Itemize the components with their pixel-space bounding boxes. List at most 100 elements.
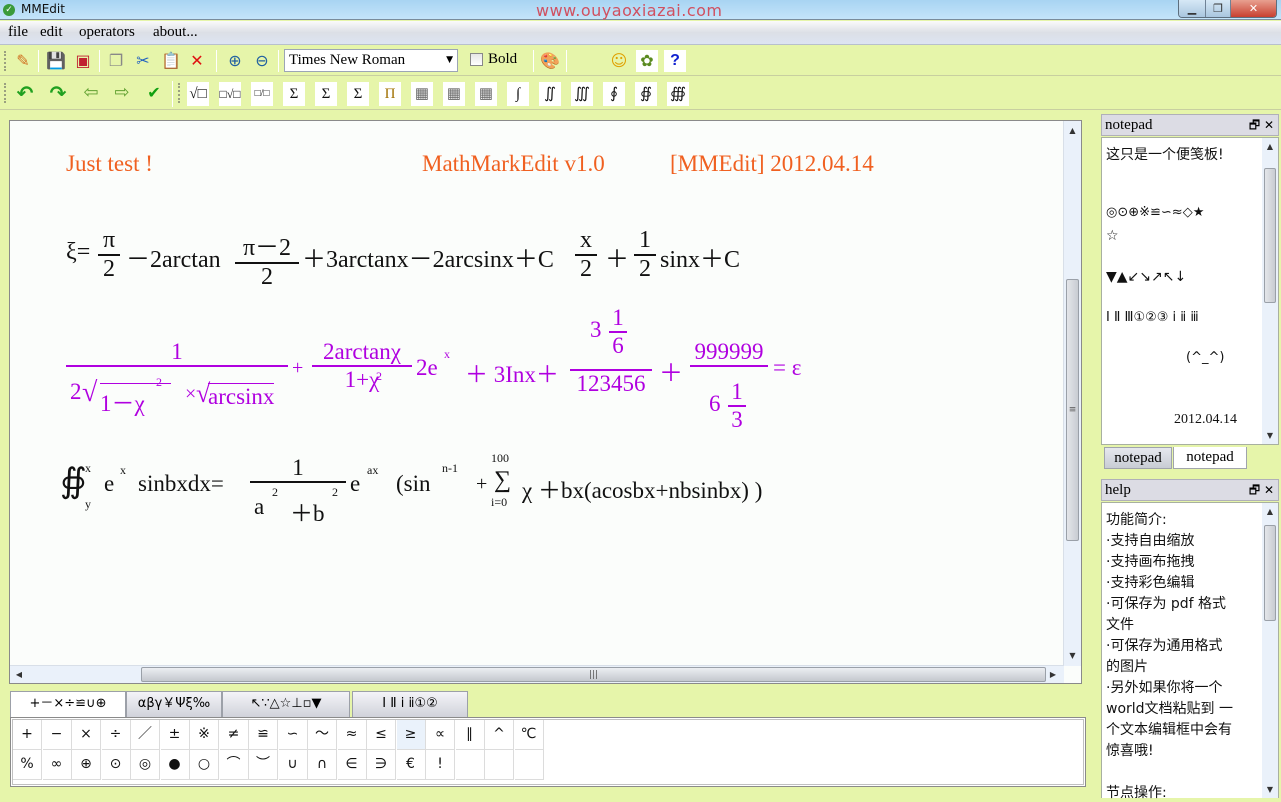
symbol-cell[interactable]: ／ [131,720,160,750]
smiley-icon[interactable]: ☺ [608,50,630,72]
toolbar-grip[interactable] [4,83,7,103]
zoom-in-icon[interactable]: ⊕ [224,50,246,72]
symbol-tab-operators[interactable]: +－×÷≌∪⊕ [10,691,126,718]
sum-limits-button[interactable]: Σ [283,82,305,106]
scroll-left-icon[interactable]: ◀ [12,666,26,683]
symbol-cell[interactable]: ⌒ [219,750,249,780]
volume-integral-button[interactable]: ∰ [667,82,689,106]
triple-integral-button[interactable]: ∭ [571,82,593,106]
notepad-panel[interactable]: 这只是一个便笺板! ◎⊙⊕※≌∽≈◇★ ☆ ▼▲↙↘↗↖↓ Ⅰ Ⅱ Ⅲ①②③ ⅰ… [1101,137,1279,445]
symbol-cell[interactable]: ︶ [249,750,278,780]
notepad-tab-1[interactable]: notepad [1104,447,1172,469]
menu-edit[interactable]: edit [40,24,63,41]
symbol-tab-greek[interactable]: αβγ￥Ψξ‰ [126,691,222,717]
scroll-up-icon[interactable]: ▲ [1262,142,1278,151]
symbol-cell[interactable]: ◎ [131,750,160,780]
symbol-cell[interactable]: + [13,720,42,750]
scroll-down-icon[interactable]: ▼ [1262,431,1278,440]
scroll-up-icon[interactable]: ▲ [1064,123,1081,139]
plant-icon[interactable]: ✿ [636,50,658,72]
symbol-cell[interactable]: ! [426,750,455,780]
symbol-cell[interactable]: ∝ [426,720,455,750]
subscript-button[interactable]: ▦ [443,82,465,106]
contour-integral-button[interactable]: ∮ [603,82,625,106]
symbol-cell[interactable]: € [396,750,426,780]
symbol-cell[interactable]: ∈ [337,750,367,780]
symbol-cell[interactable]: % [13,750,42,780]
symbol-cell[interactable]: ○ [190,750,219,780]
menu-file[interactable]: file [8,24,28,41]
menu-about[interactable]: about... [153,24,198,41]
notepad-scrollbar[interactable]: ▲ ▼ [1262,138,1278,444]
sqrt-button[interactable]: √□ [187,82,209,106]
symbol-cell[interactable] [455,750,485,780]
symbol-cell[interactable]: ※ [190,720,219,750]
float-icon[interactable]: 🗗 [1249,118,1260,132]
help-icon[interactable]: ? [664,50,686,72]
back-icon[interactable]: ⇦ [80,82,102,104]
bold-label[interactable]: Bold [488,51,517,68]
close-icon[interactable]: ✕ [1264,483,1274,497]
symbol-cell[interactable]: ● [160,750,190,780]
cut-icon[interactable]: ✂ [132,50,154,72]
symbol-cell[interactable]: ± [160,720,190,750]
symbol-cell[interactable]: ≠ [219,720,249,750]
notepad-tab-2[interactable]: notepad [1173,447,1247,469]
canvas-vertical-scrollbar[interactable]: ▲ ≡ ▼ [1063,121,1081,666]
symbol-cell[interactable]: ≥ [396,720,426,750]
toolbar-grip[interactable] [4,51,7,71]
formula-canvas[interactable]: Just test ! MathMarkEdit v1.0 [MMEdit] 2… [9,120,1082,684]
float-icon[interactable]: 🗗 [1249,483,1260,497]
scroll-up-icon[interactable]: ▲ [1262,507,1278,516]
scroll-thumb[interactable]: ≡ [1066,279,1079,541]
help-panel[interactable]: 功能简介: ·支持自由缩放 ·支持画布拖拽 ·支持彩色编辑 ·可保存为 pdf … [1101,502,1279,801]
paste-icon[interactable]: 📋 [160,50,182,72]
surface-integral-button[interactable]: ∯ [635,82,657,106]
bold-checkbox[interactable] [470,53,483,66]
symbol-cell[interactable] [485,750,514,780]
sum-lower-button[interactable]: Σ [315,82,337,106]
symbol-cell[interactable]: ∞ [42,750,72,780]
undo-icon[interactable]: ↶ [14,82,36,104]
superscript-button[interactable]: ▦ [475,82,497,106]
symbol-cell[interactable]: ∋ [367,750,396,780]
symbol-cell[interactable]: × [72,720,101,750]
sum-button[interactable]: Σ [347,82,369,106]
symbol-cell[interactable]: ∪ [278,750,308,780]
copy-icon[interactable]: ❐ [105,50,127,72]
zoom-out-icon[interactable]: ⊖ [251,50,273,72]
symbol-cell[interactable]: ≌ [249,720,278,750]
scroll-right-icon[interactable]: ▶ [1046,666,1060,683]
double-integral-button[interactable]: ∬ [539,82,561,106]
symbol-cell[interactable]: ^ [485,720,514,750]
palette-icon[interactable]: 🎨 [539,50,561,72]
symbol-cell[interactable]: − [42,720,72,750]
fraction-button[interactable]: □/□ [251,82,273,106]
symbol-tab-arrows[interactable]: ↖∵△☆⊥▫▼ [222,691,350,717]
symbol-cell[interactable]: ∽ [278,720,308,750]
font-family-select[interactable]: Times New Roman ▼ [284,49,458,72]
symbol-cell[interactable]: ⊕ [72,750,101,780]
symbol-cell[interactable]: ≤ [367,720,396,750]
sub-sup-button[interactable]: ▦ [411,82,433,106]
symbol-cell[interactable] [514,750,544,780]
menu-operators[interactable]: operators [79,24,135,41]
close-icon[interactable]: ✕ [1264,118,1274,132]
minimize-button[interactable]: ▁ [1179,0,1206,17]
restore-button[interactable]: ❐ [1206,0,1231,17]
toolbar-grip[interactable] [178,83,181,103]
forward-icon[interactable]: ⇨ [111,82,133,104]
symbol-cell[interactable]: ℃ [514,720,544,750]
nth-root-button[interactable]: □√□ [219,82,241,106]
scroll-thumb[interactable]: ||| [141,667,1046,682]
integral-button[interactable]: ∫ [507,82,529,106]
delete-icon[interactable]: ✕ [186,50,208,72]
save-icon[interactable]: 💾 [45,50,67,72]
symbol-cell[interactable]: ∩ [308,750,337,780]
symbol-tab-numerals[interactable]: Ⅰ Ⅱ ⅰ ⅱ①② [352,691,468,717]
edit-pencil-icon[interactable]: ✎ [12,50,34,72]
scroll-down-icon[interactable]: ▼ [1064,648,1081,664]
canvas-horizontal-scrollbar[interactable]: ◀ ||| ▶ [10,665,1064,683]
symbol-cell[interactable]: ～ [308,720,337,750]
symbol-cell[interactable]: ∥ [455,720,485,750]
